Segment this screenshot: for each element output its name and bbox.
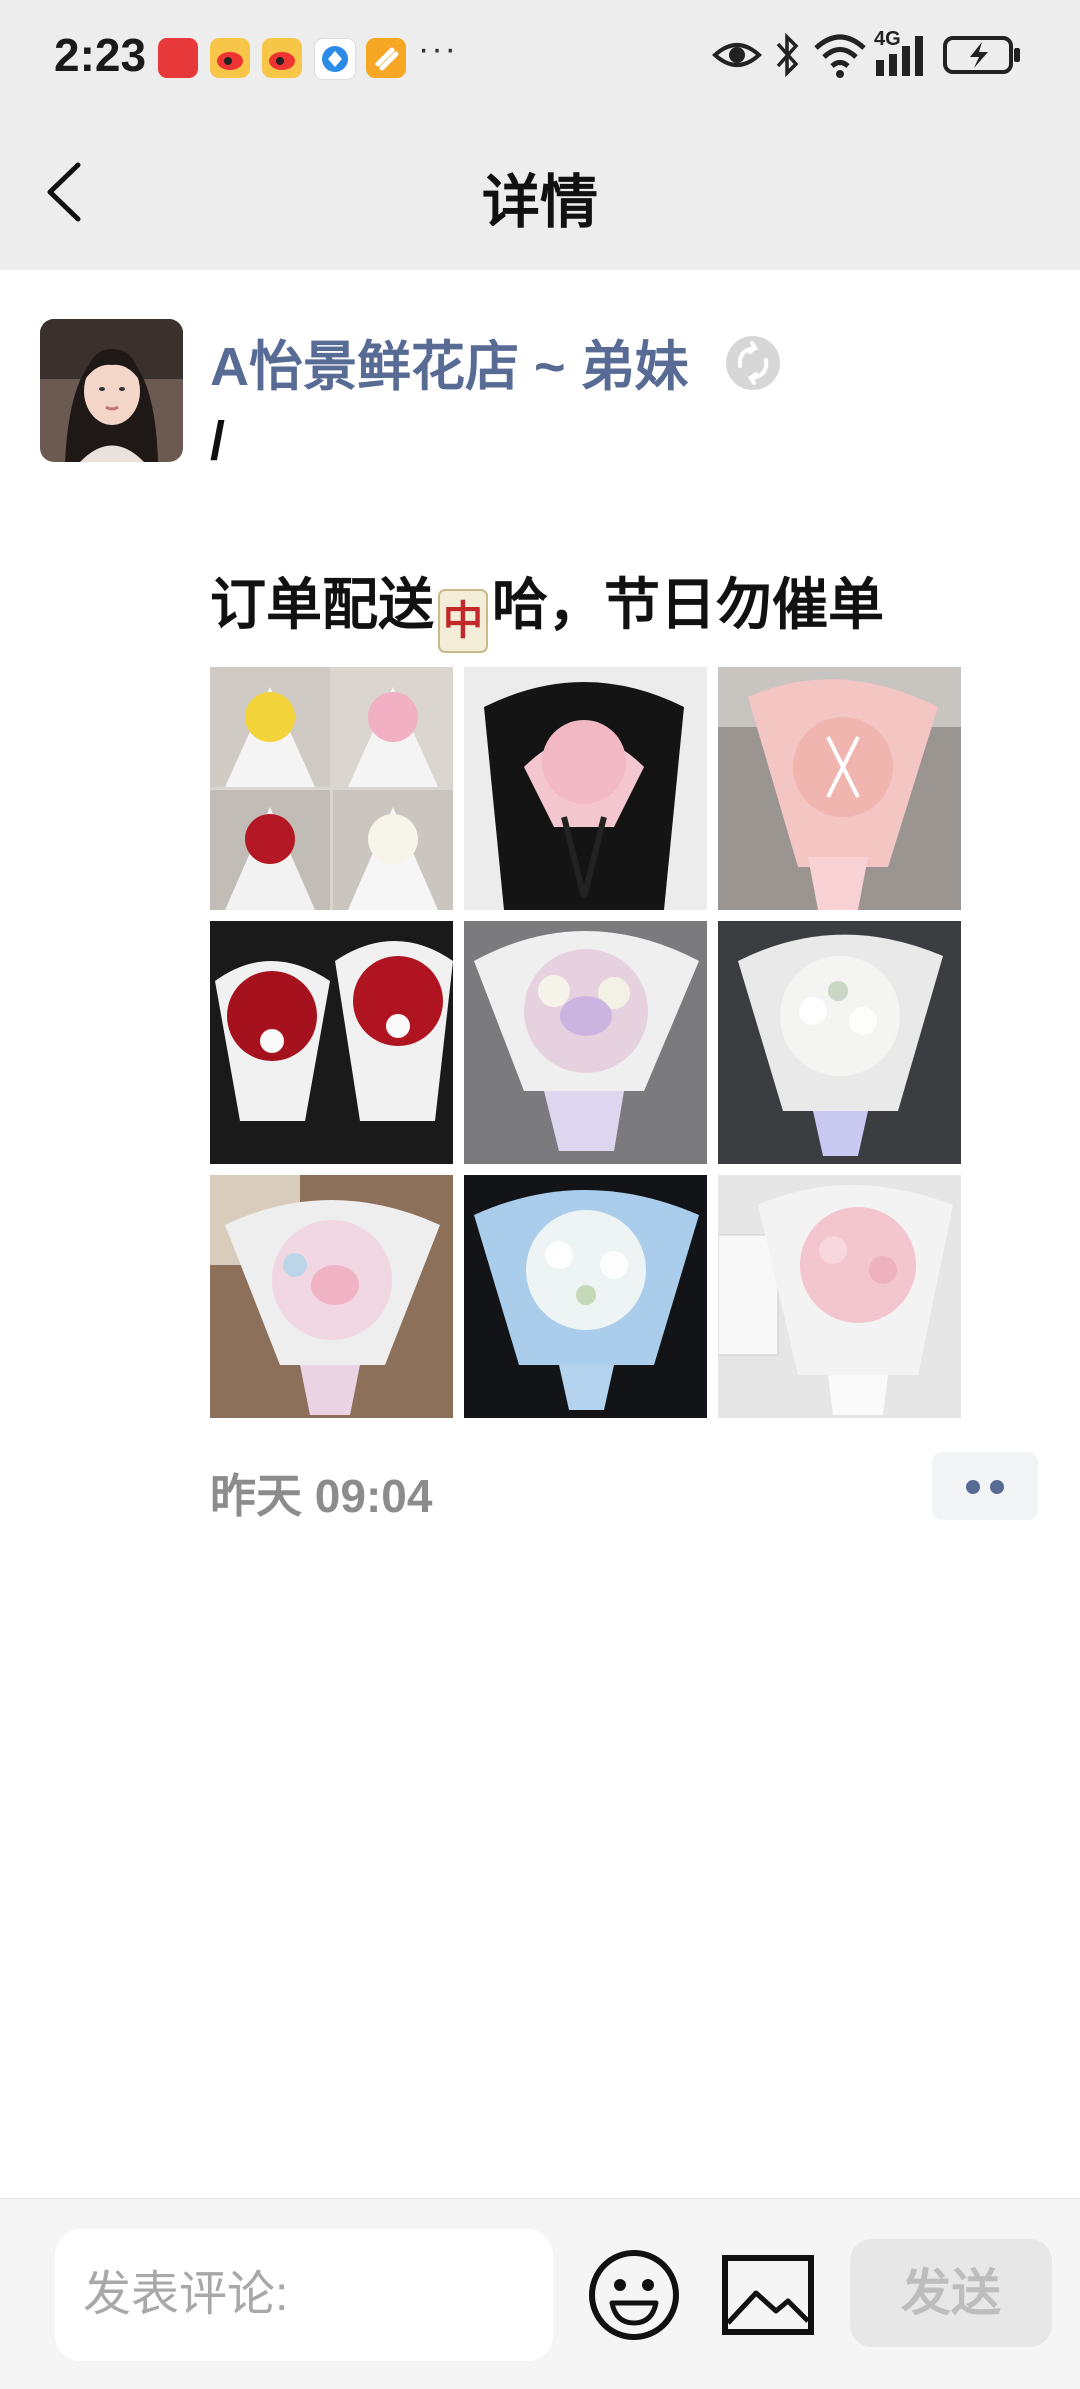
wifi-icon [814, 34, 866, 78]
image-icon[interactable] [720, 2253, 816, 2337]
photo-pink-roses-polka-wrap[interactable] [718, 667, 961, 910]
photo-pastel-orchid-bouquet[interactable] [210, 1175, 453, 1418]
eye-icon [712, 43, 762, 67]
dot-icon [966, 1480, 980, 1494]
dot-icon [990, 1480, 1004, 1494]
comment-bar: 发表评论: 发送 [0, 2198, 1080, 2389]
author-name[interactable]: A怡景鲜花店 ~ 弟妹 [210, 322, 689, 401]
weibo-icon [262, 38, 302, 78]
photo-bouquet-collage[interactable] [210, 667, 453, 910]
post-text-start: 订单配送 [210, 573, 434, 636]
bluetooth-icon [776, 32, 799, 78]
emoji-icon[interactable] [586, 2247, 682, 2343]
huawei-app-icon [158, 38, 198, 78]
comment-input[interactable]: 发表评论: [55, 2229, 553, 2361]
status-more: ··· [418, 30, 458, 68]
photo-white-stock-bouquet[interactable] [718, 921, 961, 1164]
mahjong-zhong-icon: 中 [438, 589, 488, 653]
status-time: 2:23 [54, 29, 147, 81]
nav-bar: 详情 [0, 115, 1080, 270]
more-actions-button[interactable] [932, 1452, 1038, 1520]
post-text: 订单配送中哈，节日勿催单 [210, 560, 884, 653]
avatar[interactable] [40, 319, 183, 462]
photo-red-roses-pair[interactable] [210, 921, 453, 1164]
photo-pink-roses-black-wrap[interactable] [464, 667, 707, 910]
send-button[interactable]: 发送 [850, 2239, 1052, 2347]
signal-icon [876, 36, 923, 76]
photo-blue-white-bouquet[interactable] [464, 1175, 707, 1418]
status-bar: 2:23 ··· 4G [0, 0, 1080, 115]
battery-charging-icon [943, 36, 1020, 74]
browser-icon [314, 38, 356, 80]
photo-lilac-orchid-bouquet[interactable] [464, 921, 707, 1164]
post-text-end: 哈，节日勿催单 [492, 573, 884, 636]
app-icon [366, 38, 406, 78]
post-time: 昨天 09:04 [210, 1470, 433, 1522]
photo-pink-roses-white-wrap[interactable] [718, 1175, 961, 1418]
weibo-icon [210, 38, 250, 78]
photo-grid [210, 667, 962, 1419]
page-title: 详情 [481, 170, 598, 235]
sync-icon [726, 336, 780, 390]
post-slash: / [210, 411, 226, 471]
